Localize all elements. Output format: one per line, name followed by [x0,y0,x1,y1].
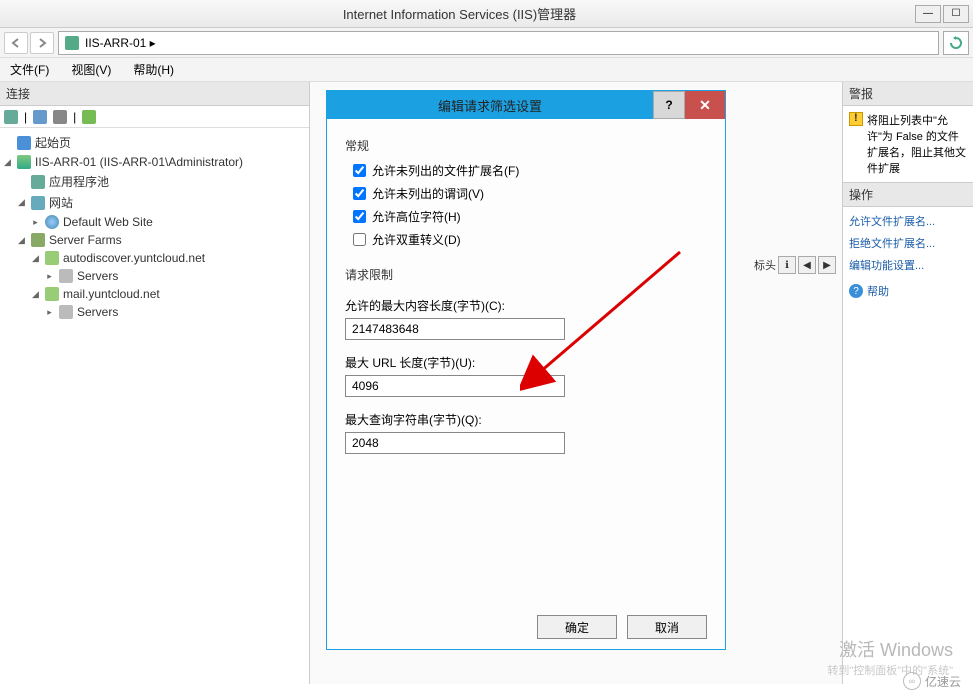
max-query-label: 最大查询字符串(字节)(Q): [345,411,707,428]
window-title: Internet Information Services (IIS)管理器 [4,4,915,23]
tree-server-node[interactable]: ◢IIS-ARR-01 (IIS-ARR-01\Administrator) [2,153,307,171]
tree-farm-mail[interactable]: ◢mail.yuntcloud.net [2,285,307,303]
header-label: 标头 [754,257,776,273]
tree-server-farms[interactable]: ◢Server Farms [2,231,307,249]
actions-header: 操作 [843,183,973,207]
tree-default-website[interactable]: ▸Default Web Site [2,213,307,231]
connections-panel: 连接 | | 起始页 ◢IIS-ARR-01 (IIS-ARR-01\Admin… [0,82,310,684]
menu-help[interactable]: 帮助(H) [127,59,180,80]
center-toolbar: 标头 ℹ ◀ ▶ [754,256,836,274]
connect-icon[interactable] [4,110,18,124]
menu-view[interactable]: 视图(V) [65,59,117,80]
action-deny-ext[interactable]: 拒绝文件扩展名... [849,235,967,251]
connections-tree: 起始页 ◢IIS-ARR-01 (IIS-ARR-01\Administrato… [0,128,309,684]
checkbox-verb-input[interactable] [353,187,366,200]
minimize-button[interactable]: — [915,5,941,23]
warning-icon [849,112,863,126]
navbar: IIS-ARR-01 ▸ [0,28,973,58]
ok-button[interactable]: 确定 [537,615,617,639]
right-panel: 警报 将阻止列表中"允许"为 False 的文件扩展名，阻止其他文件扩展 操作 … [843,82,973,684]
header-next-button[interactable]: ▶ [818,256,836,274]
header-prev-button[interactable]: ◀ [798,256,816,274]
dialog-titlebar: 编辑请求筛选设置 ? ✕ [327,91,725,119]
tree-start-page[interactable]: 起始页 [2,132,307,153]
dialog-title: 编辑请求筛选设置 [327,91,653,119]
dialog-close-button[interactable]: ✕ [685,91,725,119]
address-path: IIS-ARR-01 ▸ [85,36,156,50]
arrow-left-icon [10,37,22,49]
dialog-help-button[interactable]: ? [653,91,685,119]
checkbox-allow-unlisted-ext[interactable]: 允许未列出的文件扩展名(F) [353,162,707,179]
checkbox-allow-doubleesc[interactable]: 允许双重转义(D) [353,231,707,248]
address-bar[interactable]: IIS-ARR-01 ▸ [58,31,939,55]
yisu-logo: ∞ 亿速云 [903,672,961,690]
checkbox-allow-highbit[interactable]: 允许高位字符(H) [353,208,707,225]
max-url-input[interactable] [345,375,565,397]
tree-farm-autodiscover[interactable]: ◢autodiscover.yuntcloud.net [2,249,307,267]
nav-back-button[interactable] [4,32,28,54]
max-content-label: 允许的最大内容长度(字节)(C): [345,297,707,314]
activate-windows-watermark: 激活 Windows [839,636,953,662]
refresh-button[interactable] [943,31,969,55]
header-info-button[interactable]: ℹ [778,256,796,274]
help-icon: ? [849,284,863,298]
checkbox-ext-input[interactable] [353,164,366,177]
nav-forward-button[interactable] [30,32,54,54]
tree-sites[interactable]: ◢网站 [2,192,307,213]
maximize-button[interactable]: ☐ [943,5,969,23]
menubar: 文件(F) 视图(V) 帮助(H) [0,58,973,82]
arrow-right-icon [36,37,48,49]
connections-toolbar: | | [0,106,309,128]
cancel-button[interactable]: 取消 [627,615,707,639]
alert-text: 将阻止列表中"允许"为 False 的文件扩展名，阻止其他文件扩展 [867,112,967,176]
alerts-body: 将阻止列表中"允许"为 False 的文件扩展名，阻止其他文件扩展 [843,106,973,183]
refresh-icon [949,36,963,50]
tree-app-pools[interactable]: 应用程序池 [2,171,307,192]
delete-icon[interactable] [53,110,67,124]
checkbox-doubleesc-input[interactable] [353,233,366,246]
action-help[interactable]: ? 帮助 [849,283,967,299]
checkbox-highbit-input[interactable] [353,210,366,223]
server-icon [65,36,79,50]
action-allow-ext[interactable]: 允许文件扩展名... [849,213,967,229]
toolbar-separator: | [73,110,76,124]
action-edit-settings[interactable]: 编辑功能设置... [849,257,967,273]
tree-farm1-servers[interactable]: ▸Servers [2,267,307,285]
tree-farm2-servers[interactable]: ▸Servers [2,303,307,321]
max-url-label: 最大 URL 长度(字节)(U): [345,354,707,371]
save-icon[interactable] [33,110,47,124]
max-content-input[interactable] [345,318,565,340]
general-section-label: 常规 [345,137,707,154]
prefs-icon[interactable] [82,110,96,124]
toolbar-separator: | [24,110,27,124]
limits-section-label: 请求限制 [345,266,707,283]
logo-icon: ∞ [903,672,921,690]
menu-file[interactable]: 文件(F) [4,59,55,80]
max-query-input[interactable] [345,432,565,454]
edit-request-filter-dialog: 编辑请求筛选设置 ? ✕ 常规 允许未列出的文件扩展名(F) 允许未列出的谓词(… [326,90,726,650]
connections-header: 连接 [0,82,309,106]
alerts-header: 警报 [843,82,973,106]
window-titlebar: Internet Information Services (IIS)管理器 —… [0,0,973,28]
checkbox-allow-unlisted-verb[interactable]: 允许未列出的谓词(V) [353,185,707,202]
